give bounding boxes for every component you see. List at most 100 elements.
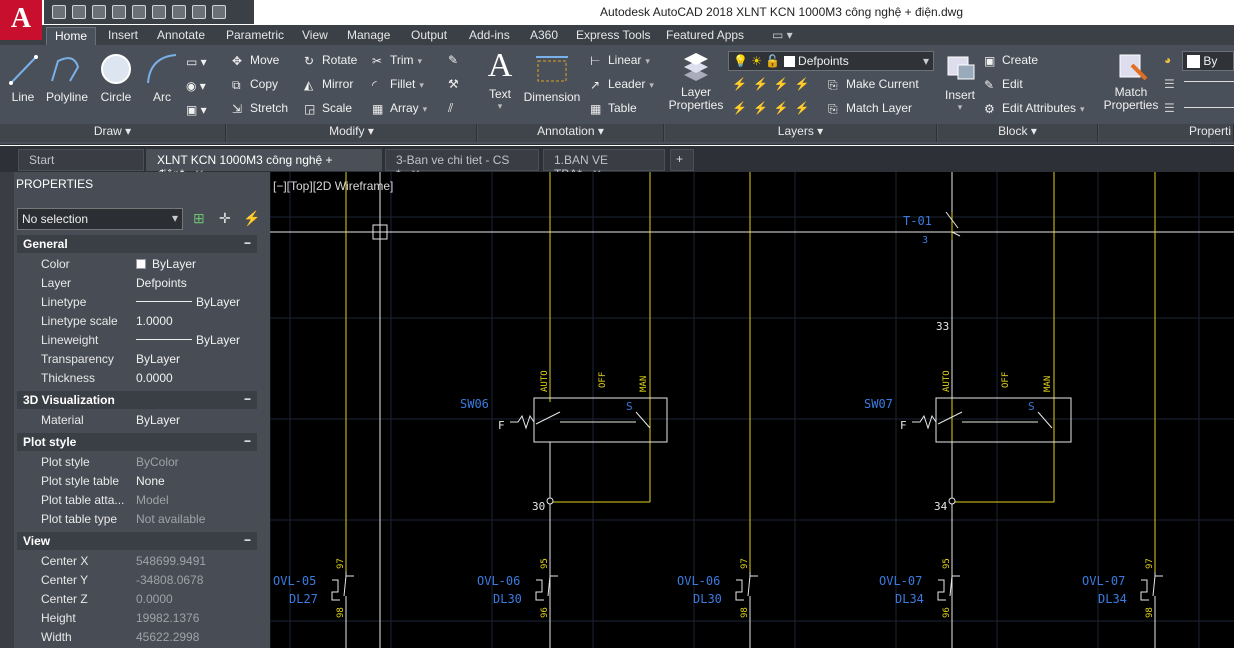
tab-featured-apps[interactable]: Featured Apps — [658, 27, 752, 45]
hatch-tool-icon[interactable]: ◉ ▾ — [186, 79, 206, 93]
draw-panel-label[interactable]: Draw ▾ — [0, 124, 226, 142]
drawing-svg[interactable]: T-01 3 33 SW06 AUTO OFF MAN S F 30 SW07 … — [270, 172, 1234, 648]
property-row[interactable]: Center X 548699.9491 — [17, 552, 257, 571]
doc-tab-active[interactable]: XLNT KCN 1000M3 công nghệ + điện*✕ — [146, 149, 382, 181]
save-icon[interactable] — [92, 5, 106, 19]
text-tool-button[interactable]: A Text ▾ — [482, 47, 518, 112]
drawing-canvas[interactable]: T-01 3 33 SW06 AUTO OFF MAN S F 30 SW07 … — [270, 172, 1234, 648]
fillet-button[interactable]: ◜ Fillet ▾ — [372, 77, 424, 92]
property-row[interactable]: Plot style table None — [17, 472, 257, 491]
selector-switch-sw06[interactable]: SW06 AUTO OFF MAN S F 30 — [460, 370, 668, 513]
property-row[interactable]: Width 45622.2998 — [17, 628, 257, 647]
annotation-panel-label[interactable]: Annotation ▾ — [478, 124, 664, 142]
property-row[interactable]: Lineweight ByLayer — [17, 331, 257, 350]
insert-block-button[interactable]: Insert ▾ — [940, 51, 980, 113]
copy-button[interactable]: ⧉ Copy — [232, 77, 278, 92]
overload-contact[interactable]: OVL-06 DL30 95 96 — [477, 558, 558, 618]
section-header[interactable]: 3D Visualization − — [17, 391, 257, 409]
selector-switch-sw07[interactable]: SW07 AUTO OFF MAN S F 34 — [864, 370, 1072, 513]
tag-t01[interactable]: T-01 — [903, 214, 932, 228]
region-tool-icon[interactable]: ▣ ▾ — [186, 103, 207, 117]
tab-a360[interactable]: A360 — [522, 27, 566, 45]
overload-contact[interactable]: OVL-05 DL27 97 98 — [273, 558, 354, 618]
toggle-pickadd-icon[interactable]: ⊞ — [193, 210, 205, 227]
tab-insert[interactable]: Insert — [100, 27, 146, 45]
property-row[interactable]: Color ByLayer — [17, 255, 257, 274]
overload-contact[interactable]: OVL-06 DL30 97 98 — [677, 558, 758, 618]
trim-button[interactable]: ✂ Trim ▾ — [372, 53, 422, 68]
property-row[interactable]: Transparency ByLayer — [17, 350, 257, 369]
lineweight-icon[interactable]: ☰ — [1164, 77, 1175, 91]
autocad-app-icon[interactable]: A — [0, 0, 42, 40]
ribbon-options-icon[interactable]: ▭ ▾ — [764, 27, 801, 45]
move-button[interactable]: ✥ Move — [232, 53, 279, 68]
explode-icon[interactable]: ⚒ — [448, 77, 459, 91]
layer-dropdown[interactable]: 💡 ☀ 🔓 Defpoints ▾ — [728, 51, 934, 71]
property-row[interactable]: Layer Defpoints — [17, 274, 257, 293]
property-row[interactable]: Linetype scale 1.0000 — [17, 312, 257, 331]
linear-dim-button[interactable]: ⊢ Linear ▾ — [590, 53, 650, 68]
modify-panel-label[interactable]: Modify ▾ — [227, 124, 477, 142]
make-current-button[interactable]: ⎘ Make Current — [828, 77, 919, 92]
section-header[interactable]: General − — [17, 235, 257, 253]
property-row[interactable]: Plot style ByColor — [17, 453, 257, 472]
create-block-button[interactable]: ▣ Create — [984, 53, 1038, 68]
quick-select-icon[interactable]: ⚡ — [243, 210, 260, 227]
viewport-controls[interactable]: [−][Top][2D Wireframe] — [273, 179, 393, 193]
collapse-icon[interactable]: − — [244, 392, 251, 406]
selection-dropdown[interactable]: No selection ▾ — [17, 208, 183, 230]
array-button[interactable]: ▦ Array ▾ — [372, 101, 427, 116]
block-panel-label[interactable]: Block ▾ — [938, 124, 1098, 142]
overload-contact[interactable]: OVL-07 DL34 97 98 — [1082, 558, 1163, 618]
rotate-button[interactable]: ↻ Rotate — [304, 53, 357, 68]
doc-tab[interactable]: 3-Ban ve chi tiet - CS *✕ — [385, 149, 539, 181]
polyline-tool-button[interactable]: Polyline — [44, 51, 90, 104]
properties-panel-label[interactable]: Properti — [1099, 124, 1234, 142]
property-row[interactable]: Center Y -34808.0678 — [17, 571, 257, 590]
erase-icon[interactable]: ✎ — [448, 53, 458, 67]
line-tool-button[interactable]: Line — [6, 51, 40, 104]
collapse-icon[interactable]: − — [244, 236, 251, 250]
tab-add-ins[interactable]: Add-ins — [461, 27, 518, 45]
tab-output[interactable]: Output — [403, 27, 455, 45]
collapse-icon[interactable]: − — [244, 533, 251, 547]
circle-tool-button[interactable]: Circle — [96, 51, 136, 104]
tab-express-tools[interactable]: Express Tools — [568, 27, 658, 45]
select-objects-icon[interactable]: ✛ — [219, 210, 231, 227]
tab-manage[interactable]: Manage — [339, 27, 398, 45]
property-row[interactable]: Plot table atta... Model — [17, 491, 257, 510]
save-as-icon[interactable] — [112, 5, 126, 19]
stretch-button[interactable]: ⇲ Stretch — [232, 101, 288, 116]
section-header[interactable]: Plot style − — [17, 433, 257, 451]
plot-icon[interactable] — [132, 5, 146, 19]
property-row[interactable]: Height 19982.1376 — [17, 609, 257, 628]
property-row[interactable]: Material ByLayer — [17, 411, 257, 430]
layer-properties-button[interactable]: Layer Properties — [668, 51, 724, 112]
open-file-icon[interactable] — [72, 5, 86, 19]
new-tab-icon[interactable]: + — [670, 149, 694, 171]
table-button[interactable]: ▦ Table — [590, 101, 637, 116]
match-properties-button[interactable]: Match Properties — [1102, 51, 1160, 112]
edit-block-button[interactable]: ✎ Edit — [984, 77, 1023, 92]
layers-panel-label[interactable]: Layers ▾ — [665, 124, 937, 142]
match-layer-button[interactable]: ⎘ Match Layer — [828, 101, 912, 116]
customize-qat-icon[interactable] — [212, 5, 226, 19]
edit-attributes-button[interactable]: ⚙ Edit Attributes ▾ — [984, 101, 1085, 116]
dimension-tool-button[interactable]: Dimension — [522, 51, 582, 104]
property-row[interactable]: Thickness 0.0000 — [17, 369, 257, 388]
color-dropdown[interactable]: By — [1182, 51, 1234, 71]
scale-button[interactable]: ◲ Scale — [304, 101, 352, 116]
share-icon[interactable] — [192, 5, 206, 19]
tab-parametric[interactable]: Parametric — [218, 27, 292, 45]
palette-title-strip[interactable] — [0, 172, 14, 648]
undo-icon[interactable] — [152, 5, 166, 19]
new-file-icon[interactable] — [52, 5, 66, 19]
tab-annotate[interactable]: Annotate — [149, 27, 213, 45]
layer-tools-row-1[interactable]: ⚡⚡⚡⚡ — [732, 77, 816, 91]
collapse-icon[interactable]: − — [244, 434, 251, 448]
doc-tab[interactable]: 1.BAN VE TBA*✕ — [543, 149, 665, 181]
doc-tab-start[interactable]: Start — [18, 149, 144, 171]
tab-home[interactable]: Home — [46, 27, 97, 45]
property-row[interactable]: Linetype ByLayer — [17, 293, 257, 312]
linetype-icon[interactable]: ☰ — [1164, 101, 1175, 115]
